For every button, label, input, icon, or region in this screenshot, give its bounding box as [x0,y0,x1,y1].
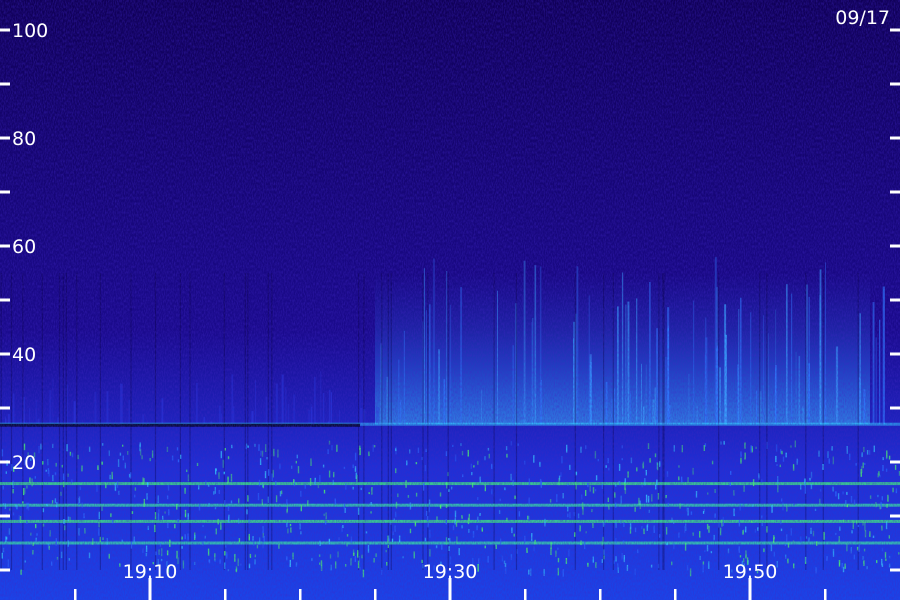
y-tick-left [0,136,10,140]
y-minor-tick-left [0,190,10,194]
y-minor-tick-left [0,568,10,572]
y-tick-label: 40 [12,344,36,366]
y-tick-label: 80 [12,128,36,150]
y-tick-right [890,460,900,464]
y-tick-label: 60 [12,236,36,258]
y-minor-tick-right [890,298,900,302]
y-minor-tick-right [890,406,900,410]
y-minor-tick-right [890,82,900,86]
y-minor-tick-left [0,82,10,86]
x-tick-label: 19:10 [123,561,178,583]
y-tick-right [890,28,900,32]
spectrogram-chart: 100 80 60 40 20 19:10 19:30 19:50 09/17 [0,0,900,600]
x-minor-tick [599,589,602,600]
y-minor-tick-right [890,514,900,518]
x-minor-tick [224,589,227,600]
noise-overlay [0,0,900,600]
y-tick-right [890,244,900,248]
y-tick-right [890,352,900,356]
y-tick-left [0,352,10,356]
x-minor-tick [824,589,827,600]
y-minor-tick-right [890,568,900,572]
y-tick-right [890,136,900,140]
y-tick-left [0,244,10,248]
x-minor-tick [299,589,302,600]
x-tick-label: 19:30 [423,561,478,583]
y-minor-tick-right [890,190,900,194]
x-tick-label: 19:50 [723,561,778,583]
x-minor-tick [674,589,677,600]
x-minor-tick [374,589,377,600]
y-tick-left [0,28,10,32]
y-tick-left [0,460,10,464]
y-tick-label: 100 [12,20,48,42]
y-minor-tick-left [0,514,10,518]
date-label: 09/17 [835,7,890,29]
y-minor-tick-left [0,406,10,410]
y-minor-tick-left [0,298,10,302]
x-minor-tick [74,589,77,600]
y-tick-label: 20 [12,452,36,474]
x-minor-tick [524,589,527,600]
